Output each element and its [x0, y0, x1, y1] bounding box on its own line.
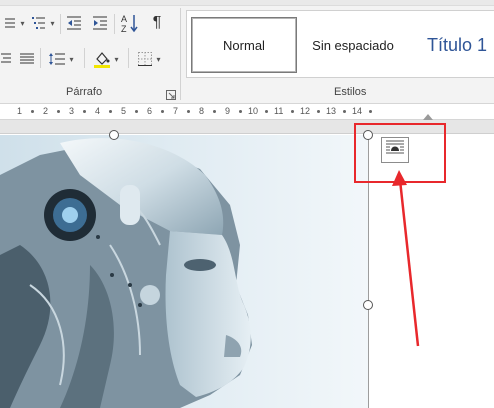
annotation-arrow: [392, 170, 420, 347]
